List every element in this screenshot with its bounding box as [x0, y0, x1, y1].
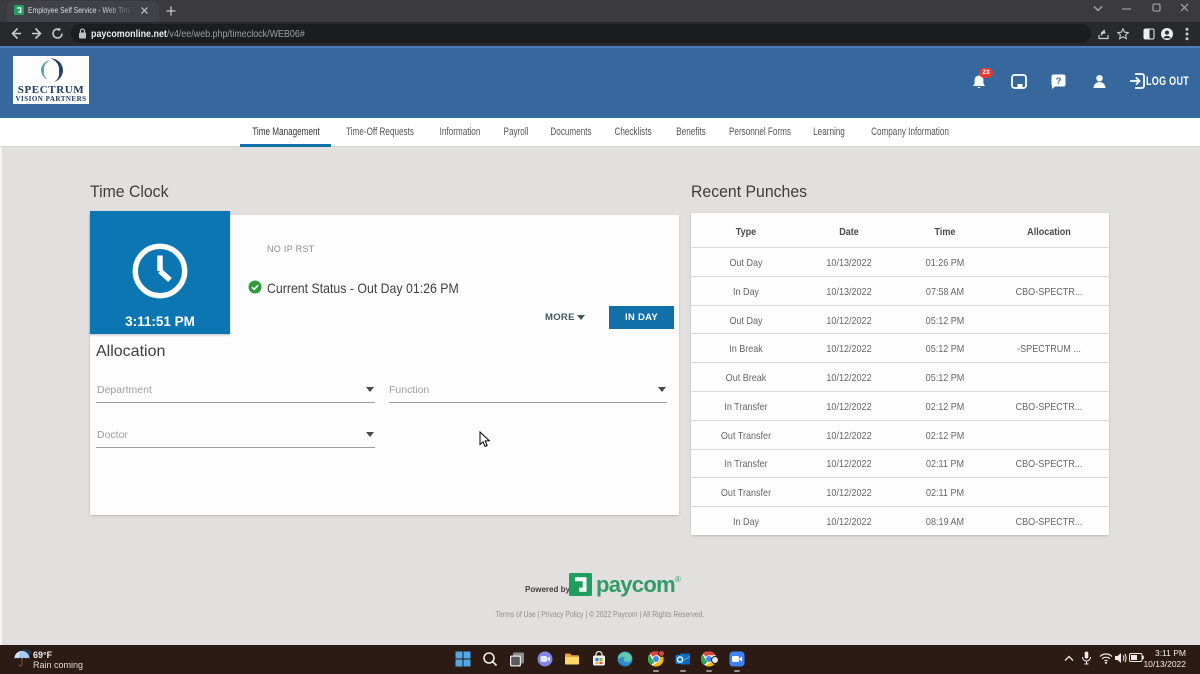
svg-text:?: ? [1056, 76, 1062, 87]
